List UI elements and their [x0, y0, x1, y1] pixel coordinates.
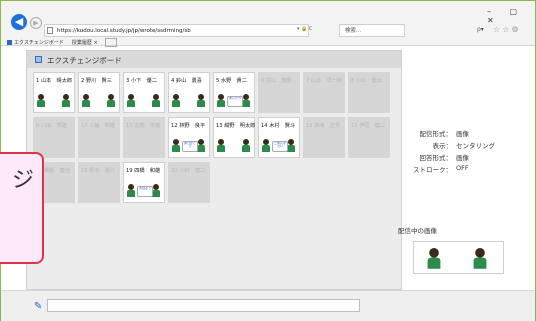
exchange-board: エクスチェンジボード 1 山本 晴太郎 2 野川 賢三 3 小下 優二 4 鈴山 勇喜… [26, 50, 402, 290]
student-cell[interactable]: 20 小林 健二 [168, 162, 210, 203]
student-cell[interactable]: 6 生山 健和 [258, 72, 300, 113]
student-figure [196, 94, 206, 107]
student-cell[interactable]: 5 水野 貴二あいさつ [213, 72, 255, 113]
stroke-value: OFF [456, 164, 469, 172]
student-name: 15 西崎 正男 [306, 123, 341, 129]
student-figure [171, 94, 181, 107]
student-name: 12 林野 良平 [171, 123, 206, 129]
speech-note: ありがとう [182, 141, 198, 152]
speech-note: あいさつ [227, 96, 243, 107]
address-tools[interactable]: ▾ 🔒 C [297, 26, 312, 32]
student-figure [216, 94, 226, 107]
student-cell[interactable]: 8 小山 健太 [348, 72, 390, 113]
student-cell[interactable]: 11 古橋 洋雄 [123, 117, 165, 158]
tab-history[interactable]: 授業履歴 × [68, 39, 102, 46]
student-cell[interactable]: 3 小下 優二 [123, 72, 165, 113]
student-name: 1 山本 晴太郎 [36, 78, 73, 84]
student-figure [151, 94, 161, 107]
student-cell[interactable]: 19 四橋 和雄おはよう [123, 162, 165, 203]
student-drawing-thumbnail: ごめんなさい [261, 138, 297, 153]
student-name: 11 古橋 洋雄 [126, 123, 161, 129]
tab-label: 授業履歴 [71, 40, 92, 46]
preview-drawing [422, 246, 494, 270]
browser-chrome: ◀ ▶ https://kudou.local.study.jp/jp/wrot… [1, 1, 535, 47]
student-figure [126, 184, 136, 197]
board-icon [35, 56, 42, 63]
favorites-icon[interactable]: ☆☆⚙ [493, 25, 521, 34]
student-cell[interactable]: 4 鈴山 勇喜 [168, 72, 210, 113]
board-title: エクスチェンジボード [47, 56, 122, 65]
board-header: エクスチェンジボード [27, 51, 401, 68]
comment-input[interactable] [47, 299, 360, 312]
student-name: 10 三輪 和雄 [81, 123, 116, 129]
speech-note: おはよう [137, 186, 153, 197]
tab-label: エクスチェンジボード [14, 40, 64, 46]
student-name: 18 野本 陽介 [81, 168, 116, 174]
speech-note: ごめんなさい [272, 141, 288, 152]
student-cell[interactable]: 7 山本 洋一郎 [303, 72, 345, 113]
student-figure [81, 94, 91, 107]
student-name: 20 小林 健二 [171, 168, 206, 174]
display-value: センタリング [456, 142, 495, 150]
page-icon [47, 27, 53, 34]
student-drawing-thumbnail [126, 93, 162, 108]
student-name: 9 川田 秀雄 [36, 123, 67, 129]
student-cell[interactable]: 14 木村 賢斗ごめんなさい [258, 117, 300, 158]
new-tab-button[interactable] [104, 38, 117, 47]
callout-overlay: ジ [0, 152, 44, 264]
student-drawing-thumbnail: ありがとう [171, 138, 207, 153]
student-figure [126, 94, 136, 107]
student-name: 5 水野 貴二 [216, 78, 247, 84]
pencil-icon[interactable]: ✎ [34, 301, 42, 312]
student-name: 3 小下 優二 [126, 78, 157, 84]
student-name: 8 小山 健太 [351, 78, 382, 84]
student-drawing-thumbnail [36, 93, 72, 108]
student-figure [106, 94, 116, 107]
student-drawing-thumbnail [216, 138, 252, 153]
student-name: 2 野川 賢三 [81, 78, 112, 84]
preview-image [413, 241, 504, 274]
address-bar[interactable]: https://kudou.local.study.jp/jp/wrote/ss… [44, 24, 309, 37]
student-cell[interactable]: 13 紺野 明太郎 [213, 117, 255, 158]
student-drawing-thumbnail [81, 93, 117, 108]
delivery-value: 画像 [456, 130, 469, 138]
delivery-label: 配信形式： [419, 130, 453, 138]
answer-value: 画像 [456, 154, 469, 162]
tab-page-icon [7, 40, 12, 45]
forward-arrow-icon[interactable]: ▶ [30, 17, 42, 29]
student-cell[interactable]: 15 西崎 正男 [303, 117, 345, 158]
student-cell[interactable]: 1 山本 晴太郎 [33, 72, 75, 113]
display-label: 表示： [432, 142, 453, 150]
window-controls[interactable]: – ▢ ✕ [487, 7, 535, 25]
student-name: 7 山本 洋一郎 [306, 78, 343, 84]
student-figure [216, 139, 226, 152]
preview-label: 配信中の画像 [398, 227, 437, 235]
search-icon[interactable]: ρ▾ [477, 26, 484, 33]
student-name: 14 木村 賢斗 [261, 123, 296, 129]
student-name: 6 生山 健和 [261, 78, 292, 84]
student-figure [241, 139, 251, 152]
student-figure [261, 139, 271, 152]
student-cell[interactable]: 10 三輪 和雄 [78, 117, 120, 158]
student-name: 4 鈴山 勇喜 [171, 78, 202, 84]
student-cell[interactable]: 18 野本 陽介 [78, 162, 120, 203]
student-drawing-thumbnail [171, 93, 207, 108]
back-arrow-icon[interactable]: ◀ [11, 14, 27, 30]
student-name: 13 紺野 明太郎 [216, 123, 256, 129]
tab-strip: エクスチェンジボード 授業履歴 × [3, 38, 117, 47]
student-cell[interactable]: 2 野川 賢三 [78, 72, 120, 113]
student-name: 19 四橋 和雄 [126, 168, 161, 174]
student-figure [171, 139, 181, 152]
student-cell[interactable]: 12 林野 良平ありがとう [168, 117, 210, 158]
callout-text: ジ [12, 168, 35, 193]
tab-exchange-board[interactable]: エクスチェンジボード [3, 39, 68, 46]
student-drawing-thumbnail: おはよう [126, 183, 162, 198]
answer-label: 回答形式： [419, 154, 453, 162]
student-drawing-thumbnail: あいさつ [216, 93, 252, 108]
search-input[interactable]: 検索... [339, 24, 405, 37]
student-figure [61, 94, 71, 107]
stroke-label: ストローク： [413, 166, 452, 174]
student-figure [36, 94, 46, 107]
